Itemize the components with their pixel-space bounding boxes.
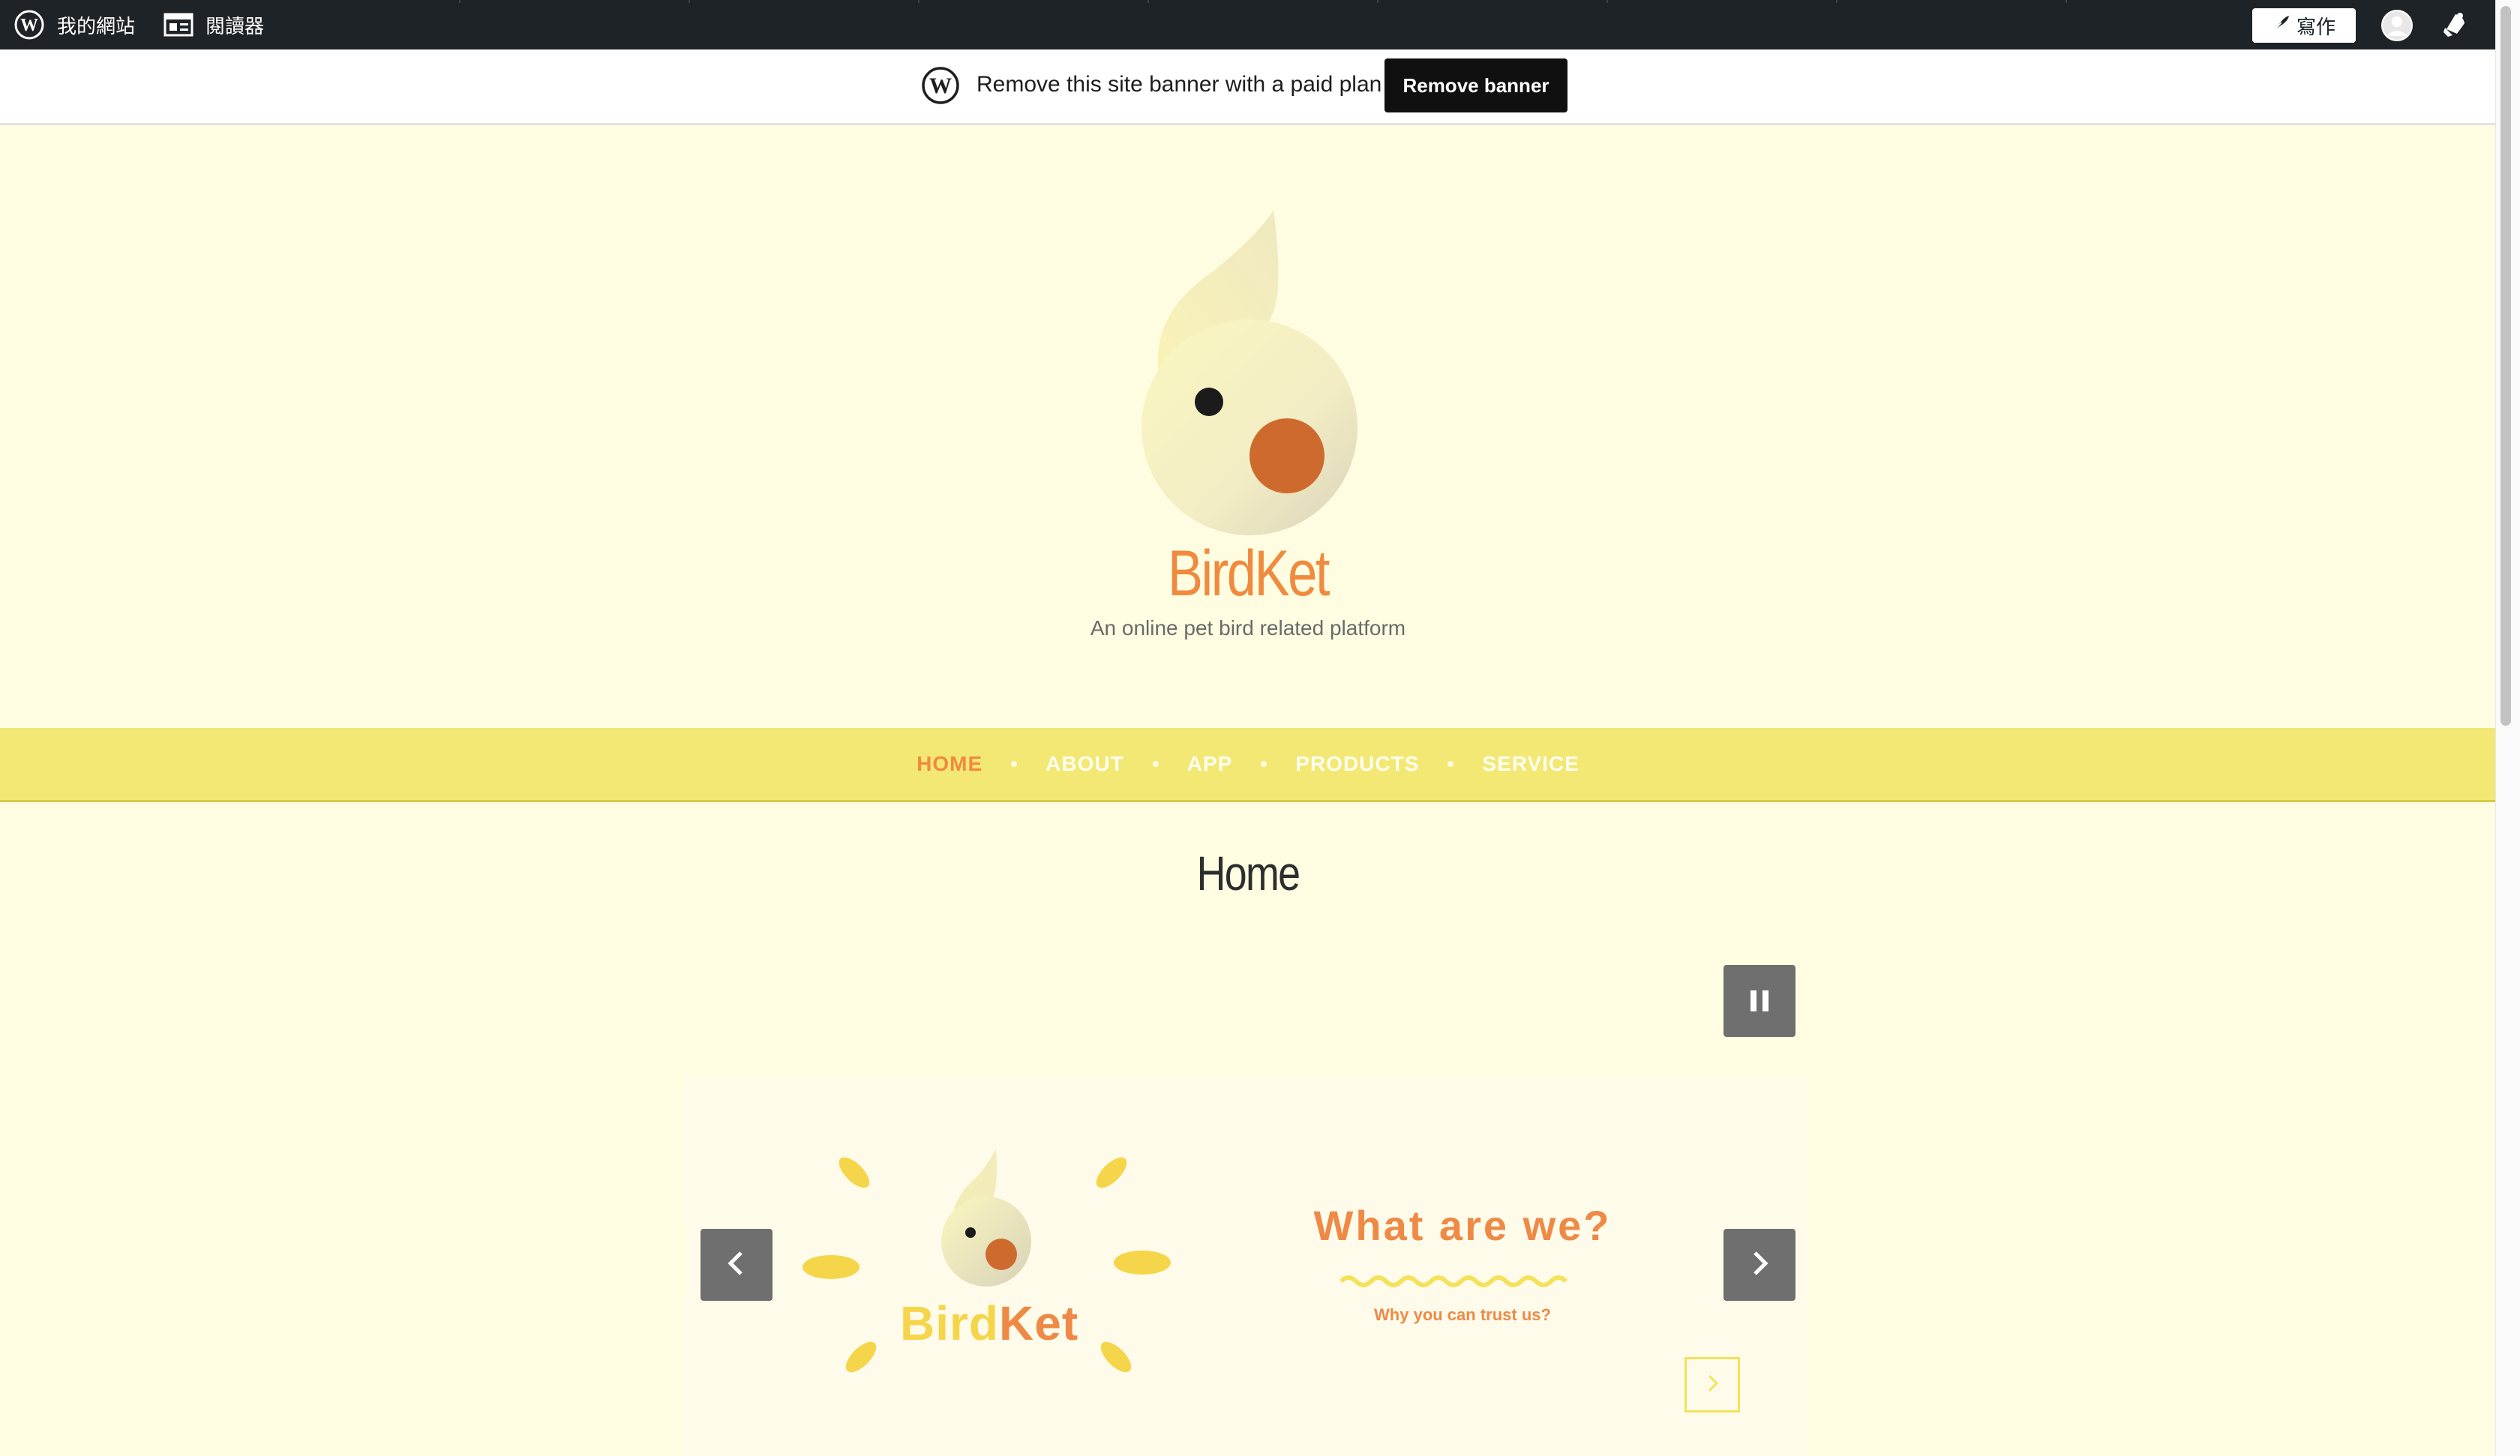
nav-item-service[interactable]: SERVICE: [1482, 752, 1579, 776]
nav-item-home[interactable]: HOME: [916, 752, 982, 776]
reader-icon: [164, 13, 194, 37]
bell-icon[interactable]: [2439, 10, 2469, 43]
write-button[interactable]: 寫作: [2252, 8, 2356, 43]
nav-separator: [1232, 761, 1295, 767]
admin-bar-divider: [1148, 0, 1149, 3]
nav-item-about[interactable]: ABOUT: [1046, 752, 1124, 776]
nav-item-app[interactable]: APP: [1187, 752, 1233, 776]
slide-logo-text-left: Bird: [900, 1296, 999, 1350]
avatar-icon[interactable]: [2380, 9, 2414, 46]
svg-text:W: W: [20, 16, 38, 35]
pen-icon: [2272, 14, 2290, 37]
chevron-left-icon: [722, 1248, 752, 1282]
nav-item-label: APP: [1186, 752, 1233, 775]
admin-bar-divider: [1836, 0, 1838, 3]
chevron-right-icon: [1701, 1372, 1724, 1398]
nav-item-label: HOME: [916, 752, 983, 775]
site-banner: W Remove this site banner with a paid pl…: [0, 49, 2496, 125]
admin-bar: W 我的網站 閱讀器 寫作: [0, 0, 2496, 49]
nav-separator: [1419, 761, 1482, 767]
reader-menu[interactable]: 閱讀器: [164, 0, 264, 49]
wave-divider-icon: [1339, 1273, 1572, 1293]
pause-icon: [1750, 990, 1768, 1011]
wordpress-icon: W: [14, 9, 45, 40]
my-site-label: 我的網站: [57, 14, 136, 37]
wordpress-icon: W: [921, 66, 960, 109]
banner-text: Remove this site banner with a paid plan: [976, 72, 1382, 97]
admin-bar-divider: [1606, 0, 1608, 3]
site-description: An online pet bird related platform: [1090, 616, 1406, 640]
write-label: 寫作: [2296, 15, 2336, 38]
slide-next-small-button[interactable]: [1684, 1357, 1740, 1413]
admin-bar-divider: [918, 0, 920, 3]
slide-heading: What are we?: [1313, 1202, 1612, 1249]
slider-prev-button[interactable]: [700, 1229, 772, 1301]
page-title: Home: [1196, 846, 1300, 900]
chevron-right-icon: [1744, 1248, 1774, 1282]
admin-bar-divider: [1377, 0, 1378, 3]
reader-label: 閱讀器: [206, 14, 265, 37]
admin-bar-divider: [688, 0, 690, 3]
nav-item-label: PRODUCTS: [1295, 752, 1420, 775]
nav-separator: [982, 761, 1046, 767]
slider-next-button[interactable]: [1724, 1229, 1796, 1301]
slider-pause-button[interactable]: [1724, 965, 1796, 1037]
nav-item-label: SERVICE: [1482, 752, 1580, 775]
page-scrollbar[interactable]: [2495, 0, 2520, 1456]
admin-bar-divider: [2066, 0, 2067, 3]
site-logo[interactable]: [1125, 202, 1372, 544]
slide-logo-wordmark: BirdKet: [900, 1296, 1078, 1351]
slide-logo-text-right: Ket: [999, 1296, 1079, 1350]
site-title[interactable]: BirdKet: [225, 537, 2272, 611]
main-navigation: HOME ABOUT APP PRODUCTS SERVICE: [0, 728, 2496, 802]
my-site-menu[interactable]: W 我的網站: [14, 0, 135, 49]
nav-separator: [1124, 761, 1187, 767]
nav-item-label: ABOUT: [1046, 752, 1124, 775]
nav-item-products[interactable]: PRODUCTS: [1295, 752, 1419, 776]
admin-bar-divider: [459, 0, 460, 3]
svg-text:W: W: [929, 73, 952, 98]
scrollbar-thumb[interactable]: [2500, 6, 2511, 726]
remove-banner-button[interactable]: Remove banner: [1384, 58, 1568, 112]
slide-subheading: Why you can trust us?: [1374, 1305, 1551, 1324]
